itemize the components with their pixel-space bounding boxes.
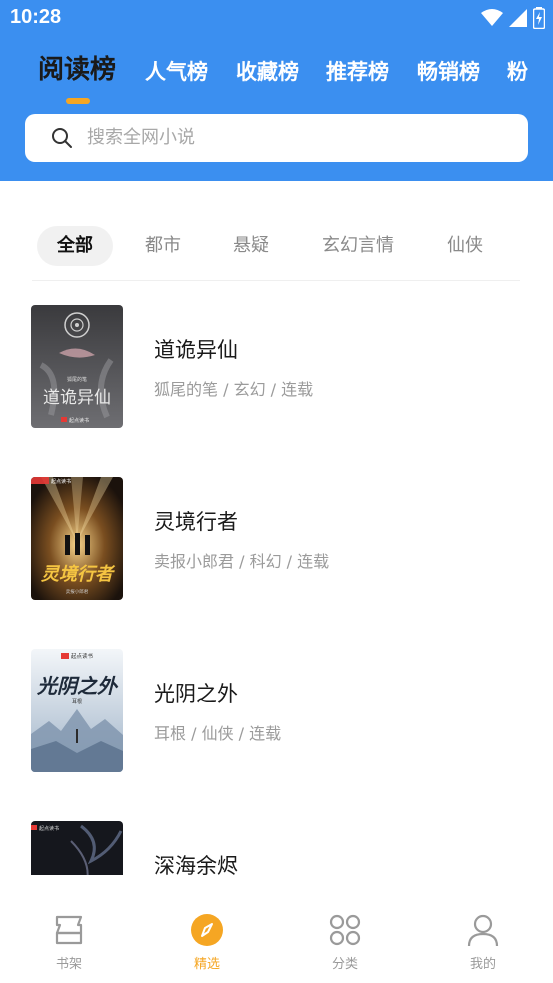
nav-label: 分类 [331,957,358,972]
bookshelf-icon [55,915,83,945]
tab-fans-rank[interactable]: 粉 [507,52,528,92]
wifi-icon [481,9,503,26]
nav-label: 书架 [55,957,82,972]
tab-popularity-rank[interactable]: 人气榜 [145,52,208,92]
compass-icon [191,914,223,946]
category-xianxia[interactable]: 仙侠 [430,226,500,266]
nav-profile[interactable]: 我的 [443,913,523,973]
category-all[interactable]: 全部 [37,226,113,266]
nav-featured[interactable]: 精选 [167,913,247,973]
book-item[interactable]: 起点读书 灵境行者 卖报小郎君 灵境行者 卖报小郎君 / 科幻 / 连载 [0,454,553,626]
category-grid-icon [329,914,361,946]
book-item[interactable]: 起点读书 光阴之外 耳根 光阴之外 耳根 / 仙侠 / 连载 [0,626,553,798]
search-placeholder: 搜索全网小说 [87,127,195,148]
category-tabs: 全部 都市 悬疑 玄幻言情 仙侠 [32,226,520,266]
book-title: 道诡异仙 [154,338,238,362]
cover-author: 狐尾的笔 [67,376,87,383]
nav-bookshelf[interactable]: 书架 [29,913,109,973]
tab-bestseller-rank[interactable]: 畅销榜 [417,52,480,92]
status-icons [481,7,545,29]
battery-icon [533,7,545,29]
nav-category[interactable]: 分类 [305,913,385,973]
search-icon [52,128,72,148]
cover-publisher: 起点读书 [51,478,71,485]
app-header: 10:28 阅读榜 人气榜 收藏榜 推荐榜 畅销榜 粉 搜索全网小说 [0,0,553,181]
book-list: 狐尾的笔 道诡异仙 起点读书 道诡异仙 狐尾的笔 / 玄幻 / 连载 起点读书 … [0,282,553,875]
profile-icon [467,914,499,947]
cover-publisher: 起点读书 [39,825,59,832]
status-bar: 10:28 [0,0,553,38]
book-cover[interactable]: 起点读书 灵境行者 卖报小郎君 [31,477,123,600]
book-item[interactable]: 起点读书 深海余烬 [0,798,553,875]
book-item[interactable]: 狐尾的笔 道诡异仙 起点读书 道诡异仙 狐尾的笔 / 玄幻 / 连载 [0,282,553,454]
book-meta: 卖报小郎君 / 科幻 / 连载 [154,552,330,571]
cover-author: 耳根 [72,698,82,705]
book-cover[interactable]: 狐尾的笔 道诡异仙 起点读书 [31,305,123,428]
category-fantasy-romance[interactable]: 玄幻言情 [308,226,408,266]
book-title: 灵境行者 [154,510,238,534]
nav-label: 我的 [469,957,496,972]
nav-label: 精选 [193,957,220,972]
cover-title: 灵境行者 [41,564,116,585]
category-suspense[interactable]: 悬疑 [216,226,286,266]
book-cover[interactable]: 起点读书 [31,821,123,875]
book-meta: 耳根 / 仙侠 / 连载 [154,724,282,743]
book-meta: 狐尾的笔 / 玄幻 / 连载 [154,380,314,399]
signal-icon [509,9,527,27]
category-divider [32,280,520,281]
tab-reading-rank[interactable]: 阅读榜 [38,50,116,90]
cover-author: 卖报小郎君 [66,588,89,595]
book-title: 光阴之外 [154,682,238,706]
search-input[interactable]: 搜索全网小说 [25,114,528,162]
cover-title: 道诡异仙 [43,388,111,408]
status-time: 10:28 [10,6,62,28]
tab-recommend-rank[interactable]: 推荐榜 [326,52,389,92]
bottom-navigation: 书架 精选 分类 我的 [0,875,553,983]
active-tab-indicator [66,98,90,104]
cover-title: 光阴之外 [36,674,119,698]
book-title: 深海余烬 [154,854,238,875]
category-urban[interactable]: 都市 [128,226,198,266]
cover-publisher: 起点读书 [71,652,94,660]
cover-publisher: 起点读书 [69,417,89,424]
tab-favorites-rank[interactable]: 收藏榜 [236,52,299,92]
book-cover[interactable]: 起点读书 光阴之外 耳根 [31,649,123,772]
